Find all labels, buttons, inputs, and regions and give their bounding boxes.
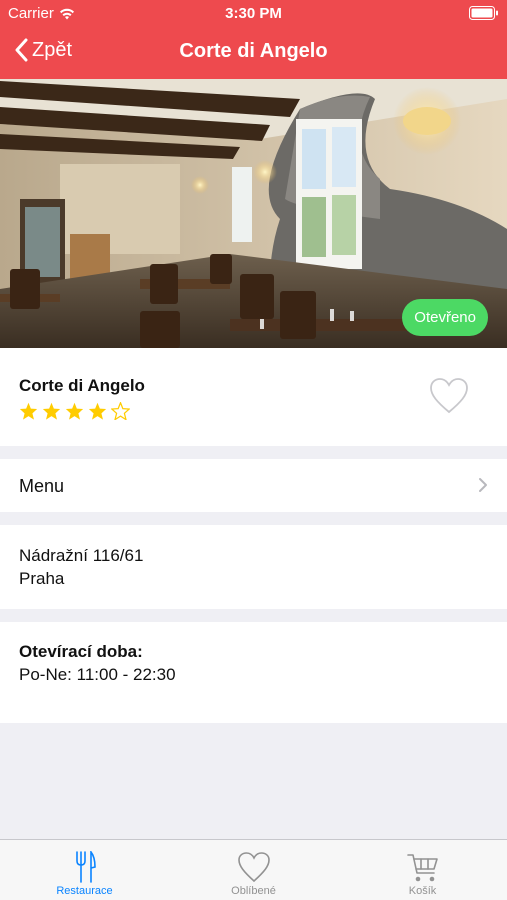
tab-label: Oblíbené bbox=[231, 885, 276, 897]
tab-restaurace[interactable]: Restaurace bbox=[0, 840, 169, 900]
opening-hours-value: Po-Ne: 11:00 - 22:30 bbox=[19, 665, 176, 684]
status-time: 3:30 PM bbox=[225, 5, 282, 22]
address-street: Nádražní 116/61 bbox=[19, 546, 144, 565]
opening-hours-title: Otevírací doba: bbox=[19, 642, 143, 661]
open-status-badge: Otevřeno bbox=[402, 299, 488, 336]
tab-bar: Restaurace Oblíbené Košík bbox=[0, 839, 507, 900]
star-filled-icon bbox=[65, 402, 84, 420]
header: Carrier 3:30 PM Zpět Corte di Angelo bbox=[0, 0, 507, 79]
navigation-bar: Zpět Corte di Angelo bbox=[0, 28, 507, 79]
tab-kosik[interactable]: Košík bbox=[338, 840, 507, 900]
tab-oblibene[interactable]: Oblíbené bbox=[169, 840, 338, 900]
star-empty-icon bbox=[111, 402, 130, 420]
menu-row[interactable]: Menu bbox=[0, 459, 507, 512]
address-city: Praha bbox=[19, 569, 65, 588]
menu-label: Menu bbox=[19, 476, 65, 496]
restaurant-info-card: Corte di Angelo bbox=[0, 348, 507, 446]
heart-icon bbox=[237, 852, 270, 883]
cart-icon bbox=[406, 854, 438, 882]
tab-label: Restaurace bbox=[56, 885, 113, 897]
opening-hours-card: Otevírací doba: Po-Ne: 11:00 - 22:30 bbox=[0, 622, 507, 723]
status-bar: Carrier 3:30 PM bbox=[0, 0, 507, 28]
star-filled-icon bbox=[42, 402, 61, 420]
restaurant-photo: Otevřeno bbox=[0, 79, 507, 348]
favorite-heart-icon[interactable] bbox=[429, 377, 469, 415]
address-card: Nádražní 116/61 Praha bbox=[0, 525, 507, 609]
chevron-right-icon bbox=[479, 478, 487, 492]
star-filled-icon bbox=[19, 402, 38, 420]
restaurant-name: Corte di Angelo bbox=[19, 376, 145, 395]
fork-knife-icon bbox=[75, 851, 96, 883]
star-filled-icon bbox=[88, 402, 107, 420]
battery-icon bbox=[469, 6, 498, 20]
tab-label: Košík bbox=[408, 885, 437, 897]
page-title: Corte di Angelo bbox=[179, 40, 328, 62]
star-rating bbox=[19, 402, 130, 420]
